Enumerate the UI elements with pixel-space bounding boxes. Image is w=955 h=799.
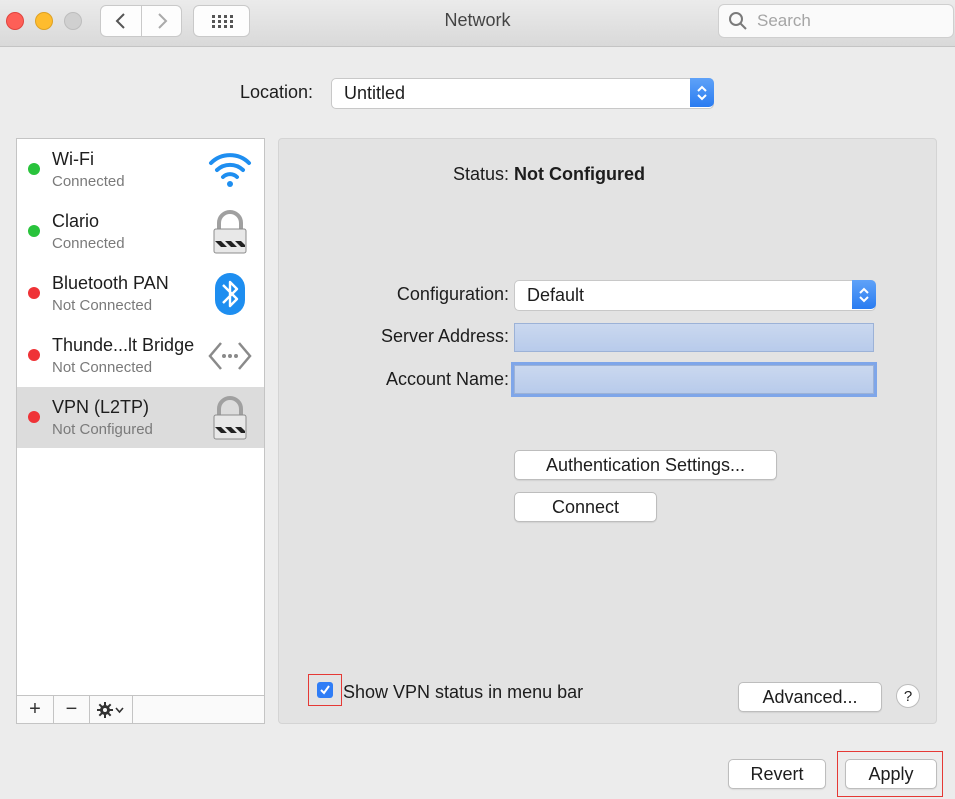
search-field[interactable]: Search [718,4,954,38]
service-list-toolbar: + − [17,695,264,723]
service-status: Not Configured [52,421,153,438]
action-menu-button[interactable] [90,696,133,723]
title-bar: Network Search [0,0,955,47]
revert-button[interactable]: Revert [728,759,826,789]
service-name: VPN (L2TP) [52,397,150,417]
status-dot [28,287,40,299]
show-vpn-status-highlight [308,674,342,706]
account-name-label: Account Name: [385,369,509,389]
status-dot [28,349,40,361]
search-icon [729,12,747,30]
service-item-clario[interactable]: Clario Connected [17,201,264,262]
vpn-detail-panel: Status: Not Configured Configuration: De… [278,138,937,724]
status-label: Status: [452,164,509,184]
show-vpn-status-checkbox[interactable] [317,682,333,698]
search-placeholder: Search [757,11,811,30]
configuration-select[interactable]: Default [514,280,876,311]
service-name: Bluetooth PAN [52,273,169,293]
gear-icon [97,701,124,718]
connect-button[interactable]: Connect [514,492,657,522]
account-name-field[interactable] [514,365,874,394]
service-name: Thunde...lt Bridge [52,335,195,355]
service-item-thunderbolt-bridge[interactable]: Thunde...lt Bridge Not Connected [17,325,264,386]
remove-service-button[interactable]: − [54,696,90,723]
server-address-field[interactable] [514,323,874,352]
lock-icon [213,210,247,254]
service-status: Connected [52,235,125,252]
apply-button[interactable]: Apply [845,759,937,789]
service-item-bluetooth-pan[interactable]: Bluetooth PAN Not Connected [17,263,264,324]
checkmark-icon [320,685,330,695]
lock-icon [213,396,247,440]
wifi-icon [209,153,251,187]
up-down-chevron-icon [859,287,869,302]
configuration-stepper[interactable] [852,280,876,309]
service-status: Not Connected [52,359,153,376]
service-status: Not Connected [52,297,153,314]
help-button[interactable]: ? [896,684,920,708]
advanced-button[interactable]: Advanced... [738,682,882,712]
add-service-button[interactable]: + [17,696,54,723]
status-dot [28,225,40,237]
server-address-input[interactable] [515,324,873,351]
server-address-label: Server Address: [380,326,509,346]
configuration-label: Configuration: [396,284,509,304]
service-name: Wi-Fi [52,149,94,169]
bluetooth-icon [215,273,245,315]
service-list: Wi-Fi Connected Clario Connected Bluetoo… [16,138,265,724]
status-value: Not Configured [514,164,645,184]
authentication-settings-button[interactable]: Authentication Settings... [514,450,777,480]
thunderbolt-bridge-icon [208,342,252,370]
location-value: Untitled [344,83,406,103]
service-item-vpn-l2tp[interactable]: VPN (L2TP) Not Configured [17,387,264,448]
show-vpn-status-label[interactable]: Show VPN status in menu bar [343,682,583,703]
location-select[interactable]: Untitled [331,78,714,109]
chevron-down-icon [115,706,124,713]
location-stepper[interactable] [690,78,714,107]
status-dot [28,163,40,175]
status-dot [28,411,40,423]
service-status: Connected [52,173,125,190]
configuration-value: Default [527,285,585,305]
service-item-wifi[interactable]: Wi-Fi Connected [17,139,264,200]
location-label: Location: [240,82,314,102]
service-name: Clario [52,211,100,231]
up-down-chevron-icon [697,85,707,100]
account-name-input[interactable] [515,366,873,393]
